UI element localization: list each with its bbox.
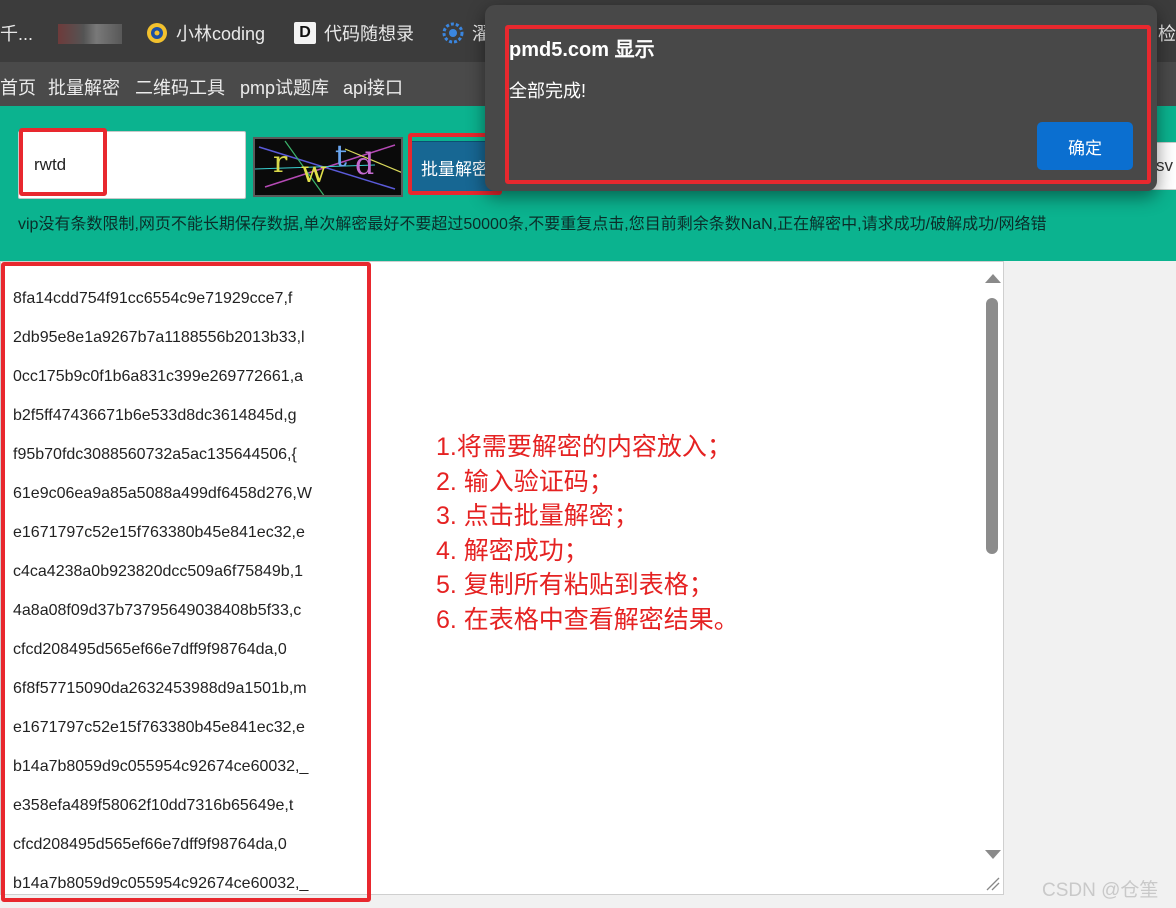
- bookmark-label: 小林coding: [176, 24, 266, 44]
- captcha-input[interactable]: rwtd: [18, 131, 246, 199]
- captcha-letter: w: [301, 155, 327, 190]
- status-notice: vip没有条数限制,网页不能长期保存数据,单次解密最好不要超过50000条,不要…: [18, 216, 1047, 233]
- scroll-down-icon[interactable]: [985, 850, 1001, 859]
- result-line: cfcd208495d565ef66e7dff9f98764da,0: [13, 836, 287, 853]
- result-line: 4a8a08f09d37b73795649038408b5f33,c: [13, 602, 302, 619]
- result-line: 8fa14cdd754f91cc6554c9e71929cce7,f: [13, 290, 293, 307]
- gear-logo-icon: [442, 22, 464, 44]
- instruction-step: 4. 解密成功；: [436, 536, 589, 565]
- result-line: e1671797c52e15f763380b45e841ec32,e: [13, 719, 305, 736]
- dialog-title: pmd5.com 显示: [509, 39, 655, 61]
- nav-batch-decrypt[interactable]: 批量解密: [48, 74, 120, 100]
- resize-grip-icon[interactable]: [983, 874, 1001, 892]
- bookmark-xiaolin-coding[interactable]: 小林coding: [146, 20, 265, 46]
- bookmark-label: 千...: [0, 24, 34, 44]
- instruction-step: 2. 输入验证码；: [436, 467, 614, 496]
- d-logo-icon: D: [294, 22, 316, 44]
- scrollbar-thumb[interactable]: [986, 298, 998, 554]
- textarea-scrollbar[interactable]: [981, 262, 1003, 894]
- instruction-step: 6. 在表格中查看解密结果。: [436, 605, 739, 634]
- page-root: 千... 小林coding D 代码随想录 濯 检 首页 批量解密 二维码工具 …: [0, 0, 1176, 908]
- csv-button-label: sv: [1156, 156, 1173, 175]
- result-line: b14a7b8059d9c055954c92674ce60032,_: [13, 758, 309, 775]
- bookmark-label: 检: [1158, 24, 1176, 44]
- alert-dialog: pmd5.com 显示 全部完成! 确定: [485, 5, 1157, 191]
- result-line: e1671797c52e15f763380b45e841ec32,e: [13, 524, 305, 541]
- result-line: f95b70fdc3088560732a5ac135644506,{: [13, 446, 297, 463]
- instruction-step: 3. 点击批量解密；: [436, 502, 639, 530]
- result-line: 2db95e8e1a9267b7a1188556b2013b33,l: [13, 329, 305, 346]
- captcha-letter: d: [355, 147, 375, 182]
- batch-decrypt-label: 批量解密: [421, 159, 489, 179]
- scroll-up-icon[interactable]: [985, 274, 1001, 283]
- bookmark-label: 代码随想录: [324, 24, 414, 44]
- instruction-step: 5. 复制所有粘贴到表格；: [436, 571, 714, 599]
- result-line: 61e9c06ea9a85a5088a499df6458d276,W: [13, 485, 312, 502]
- result-line: 6f8f57715090da2632453988d9a1501b,m: [13, 680, 307, 697]
- result-line: b14a7b8059d9c055954c92674ce60032,_: [13, 875, 309, 892]
- result-line: cfcd208495d565ef66e7dff9f98764da,0: [13, 641, 287, 658]
- dialog-ok-button[interactable]: 确定: [1037, 122, 1133, 170]
- bookmark-item-4[interactable]: 检: [1158, 20, 1176, 46]
- bookmark-item-0[interactable]: 千...: [0, 20, 33, 46]
- result-line: 0cc175b9c0f1b6a831c399e269772661,a: [13, 368, 304, 385]
- bookmark-item-3[interactable]: 濯: [442, 20, 490, 46]
- captcha-letter: r: [273, 145, 288, 180]
- nav-pmp-questions[interactable]: pmp试题库: [240, 74, 329, 100]
- blurred-bookmark: [58, 24, 122, 44]
- bottom-strip: [0, 895, 1176, 908]
- nav-qrcode-tool[interactable]: 二维码工具: [135, 74, 225, 100]
- captcha-input-value: rwtd: [34, 155, 67, 174]
- bookmark-daima-suixianglu[interactable]: D 代码随想录: [294, 20, 414, 46]
- instruction-step: 1.将需要解密的内容放入；: [436, 433, 732, 461]
- instructions: 1.将需要解密的内容放入； 2. 输入验证码； 3. 点击批量解密； 4. 解密…: [436, 430, 739, 637]
- captcha-letter: t: [335, 139, 348, 174]
- side-panel: [1004, 261, 1176, 895]
- batch-decrypt-button[interactable]: 批量解密: [410, 141, 495, 193]
- result-line: b2f5ff47436671b6e533d8dc3614845d,g: [13, 407, 297, 424]
- watermark: CSDN @仓筀: [1042, 880, 1159, 901]
- captcha-image[interactable]: r w t d: [253, 137, 403, 197]
- xiaolin-logo-icon: [146, 22, 168, 44]
- result-line: e358efa489f58062f10dd7316b65649e,t: [13, 797, 294, 814]
- result-line: c4ca4238a0b923820dcc509a6f75849b,1: [13, 563, 304, 580]
- dialog-message: 全部完成!: [509, 81, 587, 101]
- nav-api[interactable]: api接口: [343, 74, 403, 100]
- nav-home[interactable]: 首页: [0, 74, 36, 100]
